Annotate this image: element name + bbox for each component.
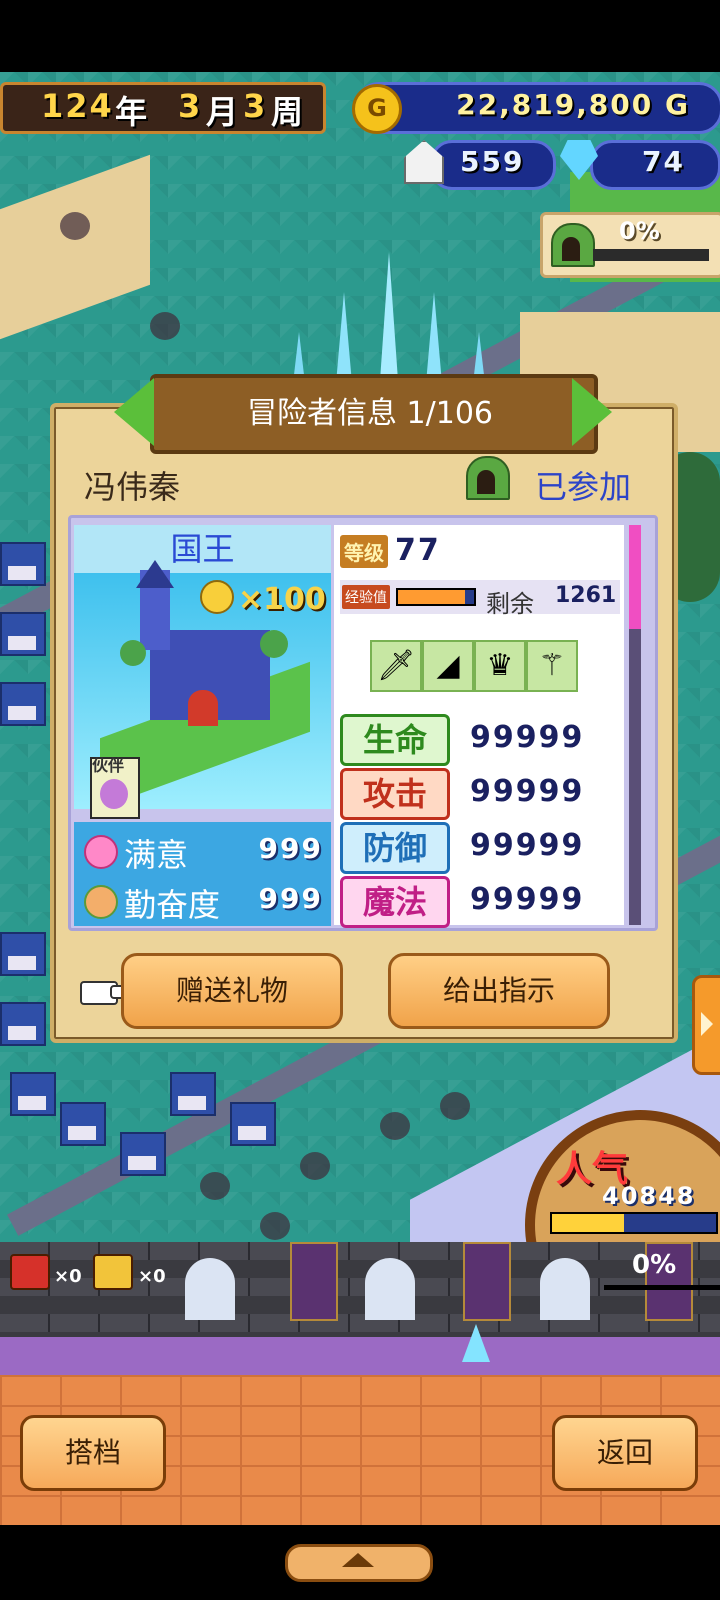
- dungeon-banner: [290, 1242, 338, 1321]
- king-character: [188, 690, 218, 726]
- gem-value: 74: [642, 145, 685, 178]
- diligence-value: 999: [258, 882, 323, 915]
- equipment-slot-3[interactable]: ♛: [474, 640, 526, 692]
- exp-bar-fill: [398, 590, 465, 604]
- dungeon-window: [185, 1258, 235, 1320]
- defense-value: 99999: [470, 828, 585, 863]
- heart-icon: [84, 835, 118, 869]
- hp-value: 99999: [470, 720, 585, 755]
- attack-value: 99999: [470, 774, 585, 809]
- magic-value: 99999: [470, 882, 585, 917]
- year-unit: 年: [115, 93, 150, 131]
- dungeon-strip-progress: [604, 1285, 720, 1290]
- give-gift-button[interactable]: 赠送礼物: [121, 953, 343, 1029]
- rank-medal-icon: [200, 580, 234, 614]
- month-value: 3: [178, 87, 203, 125]
- date-display: 124 年 3 月 3 周: [0, 82, 326, 134]
- gold-chest-icon: [93, 1254, 133, 1290]
- diligence-row: 勤奋度: [84, 880, 220, 926]
- gold-chest-count: ×0: [138, 1266, 166, 1287]
- satisfaction-value: 999: [258, 832, 323, 865]
- dungeon-progress-box[interactable]: 0%: [540, 212, 720, 278]
- hp-label: 生命: [340, 714, 450, 766]
- attack-label: 攻击: [340, 768, 450, 820]
- dungeon-window: [365, 1258, 415, 1320]
- red-chest-icon: [10, 1254, 50, 1290]
- prev-adventurer-button[interactable]: [114, 378, 154, 446]
- mood-stats: 满意 999 勤奋度 999: [74, 822, 331, 926]
- week-value: 3: [243, 87, 268, 125]
- pointing-hand-icon: [80, 975, 130, 1007]
- dungeon-progress-bar: [593, 249, 709, 261]
- equipment-slot-1[interactable]: 🗡: [370, 640, 422, 692]
- remaining-label: 剩余: [486, 590, 534, 618]
- gold-amount: 22,819,800 G: [456, 88, 690, 121]
- adventurer-name: 冯伟秦: [84, 468, 181, 506]
- dungeon-window: [540, 1258, 590, 1320]
- satisfaction-label: 满意: [124, 836, 189, 874]
- level-value: 77: [395, 533, 441, 568]
- dungeon-banner: [463, 1242, 511, 1321]
- joined-status: 已参加: [535, 468, 632, 506]
- diligence-label: 勤奋度: [124, 886, 221, 924]
- month-unit: 月: [206, 93, 241, 131]
- equipment-slot-4[interactable]: ⚚: [526, 640, 578, 692]
- popularity-value: 40848: [602, 1182, 696, 1210]
- defense-label: 防御: [340, 822, 450, 874]
- joined-cave-icon: [466, 456, 510, 500]
- crown-icon: ♛: [486, 648, 514, 683]
- equipment-slot-2[interactable]: ◢: [422, 640, 474, 692]
- sword-icon: 🗡: [376, 648, 416, 683]
- dungeon-strip-percent: 0%: [632, 1250, 677, 1280]
- dungeon-floor: [0, 1337, 720, 1375]
- give-instruction-button[interactable]: 给出指示: [388, 953, 610, 1029]
- red-chest-count: ×0: [54, 1266, 82, 1287]
- crystal-icon: [462, 1324, 490, 1362]
- panel-title: 冒险者信息 1/106: [247, 396, 493, 431]
- population-value: 559: [460, 145, 525, 178]
- dungeon-percent: 0%: [619, 217, 660, 245]
- scepter-icon: ⚚: [538, 648, 566, 683]
- rank-multiplier: ×100: [238, 582, 326, 617]
- status-bar: [0, 0, 720, 72]
- gold-coin-icon: G: [352, 84, 402, 134]
- expand-up-button[interactable]: [285, 1544, 433, 1582]
- next-adventurer-button[interactable]: [572, 378, 612, 446]
- year-value: 124: [41, 87, 114, 125]
- cave-icon: [551, 223, 595, 267]
- stats-scroll-thumb[interactable]: [629, 525, 641, 629]
- remaining-value: 1261: [555, 583, 617, 608]
- fist-icon: [84, 885, 118, 919]
- partner-button[interactable]: 搭档: [20, 1415, 166, 1491]
- week-unit: 周: [271, 93, 306, 131]
- popularity-bar-fill: [552, 1214, 624, 1232]
- exp-label: 经验值: [342, 585, 390, 609]
- magic-label: 魔法: [340, 876, 450, 928]
- satisfaction-row: 满意: [84, 830, 188, 876]
- side-menu-tab[interactable]: [692, 975, 720, 1075]
- level-label: 等级: [340, 535, 388, 568]
- cape-icon: ◢: [436, 648, 460, 683]
- partner-label: 伙伴: [92, 756, 125, 775]
- back-button[interactable]: 返回: [552, 1415, 698, 1491]
